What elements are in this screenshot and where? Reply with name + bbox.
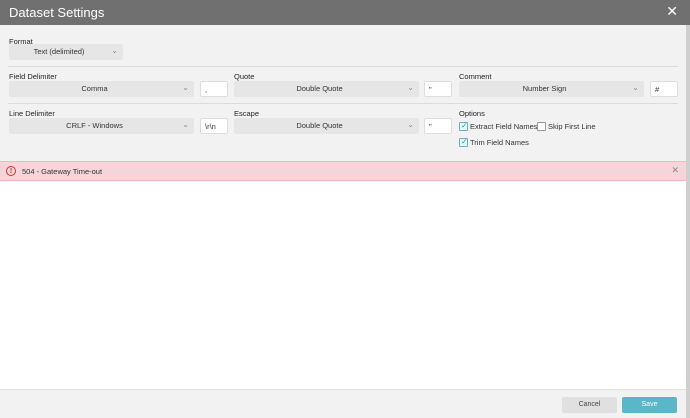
comment-value: Number Sign — [522, 84, 567, 93]
save-button[interactable]: Save — [622, 397, 677, 413]
dialog-footer: Cancel Save — [0, 389, 686, 418]
chevron-down-icon: ⌄ — [182, 120, 189, 129]
extract-field-names-label: Extract Field Names — [470, 122, 538, 131]
error-message: 504 - Gateway Time-out — [22, 167, 103, 176]
quote-label: Quote — [234, 72, 255, 81]
format-select-value: Text (delimited) — [33, 47, 85, 56]
line-delimiter-custom-input[interactable]: \r\n — [200, 118, 228, 134]
comment-custom-input[interactable]: # — [650, 81, 678, 97]
error-icon: ! — [6, 166, 16, 176]
dialog-title: Dataset Settings — [9, 5, 105, 20]
chevron-down-icon: ⌄ — [111, 46, 118, 55]
line-delimiter-value: CRLF - Windows — [66, 121, 123, 130]
format-select[interactable]: Text (delimited) ⌄ — [9, 44, 123, 60]
field-delimiter-select[interactable]: Comma ⌄ — [9, 81, 194, 97]
divider — [8, 103, 678, 104]
error-banner: ! 504 - Gateway Time-out ✕ — [0, 161, 686, 181]
trim-field-names-checkbox[interactable] — [459, 137, 468, 147]
dialog-titlebar: Dataset Settings ✕ — [0, 0, 690, 25]
field-delimiter-custom-value: , — [205, 85, 208, 94]
options-label: Options — [459, 109, 485, 118]
field-delimiter-label: Field Delimiter — [9, 72, 57, 81]
field-delimiter-custom-input[interactable]: , — [200, 81, 228, 97]
skip-first-line-checkbox[interactable] — [537, 122, 546, 131]
escape-label: Escape — [234, 109, 260, 118]
divider — [8, 66, 678, 67]
close-icon[interactable]: ✕ — [671, 165, 679, 176]
settings-panel: Format Text (delimited) ⌄ Field Delimite… — [0, 25, 686, 161]
extract-field-names-checkbox[interactable] — [459, 121, 468, 131]
preview-area — [0, 181, 686, 389]
cancel-button[interactable]: Cancel — [562, 397, 617, 413]
field-delimiter-value: Comma — [81, 84, 108, 93]
skip-first-line-label: Skip First Line — [548, 122, 596, 131]
quote-custom-input[interactable]: " — [424, 81, 452, 97]
line-delimiter-select[interactable]: CRLF - Windows ⌄ — [9, 118, 194, 134]
comment-select[interactable]: Number Sign ⌄ — [459, 81, 644, 97]
chevron-down-icon: ⌄ — [182, 83, 189, 92]
escape-custom-value: " — [429, 122, 432, 131]
line-delimiter-label: Line Delimiter — [9, 109, 55, 118]
comment-label: Comment — [459, 72, 492, 81]
quote-value: Double Quote — [296, 84, 343, 93]
chevron-down-icon: ⌄ — [407, 83, 414, 92]
chevron-down-icon: ⌄ — [632, 83, 639, 92]
close-icon[interactable]: ✕ — [666, 4, 678, 18]
comment-custom-value: # — [655, 85, 660, 94]
escape-custom-input[interactable]: " — [424, 118, 452, 134]
scrollbar[interactable] — [686, 25, 690, 418]
escape-select[interactable]: Double Quote ⌄ — [234, 118, 419, 134]
quote-select[interactable]: Double Quote ⌄ — [234, 81, 419, 97]
escape-value: Double Quote — [296, 121, 343, 130]
chevron-down-icon: ⌄ — [407, 120, 414, 129]
line-delimiter-custom-value: \r\n — [205, 122, 216, 131]
trim-field-names-label: Trim Field Names — [470, 138, 529, 147]
quote-custom-value: " — [429, 85, 432, 94]
